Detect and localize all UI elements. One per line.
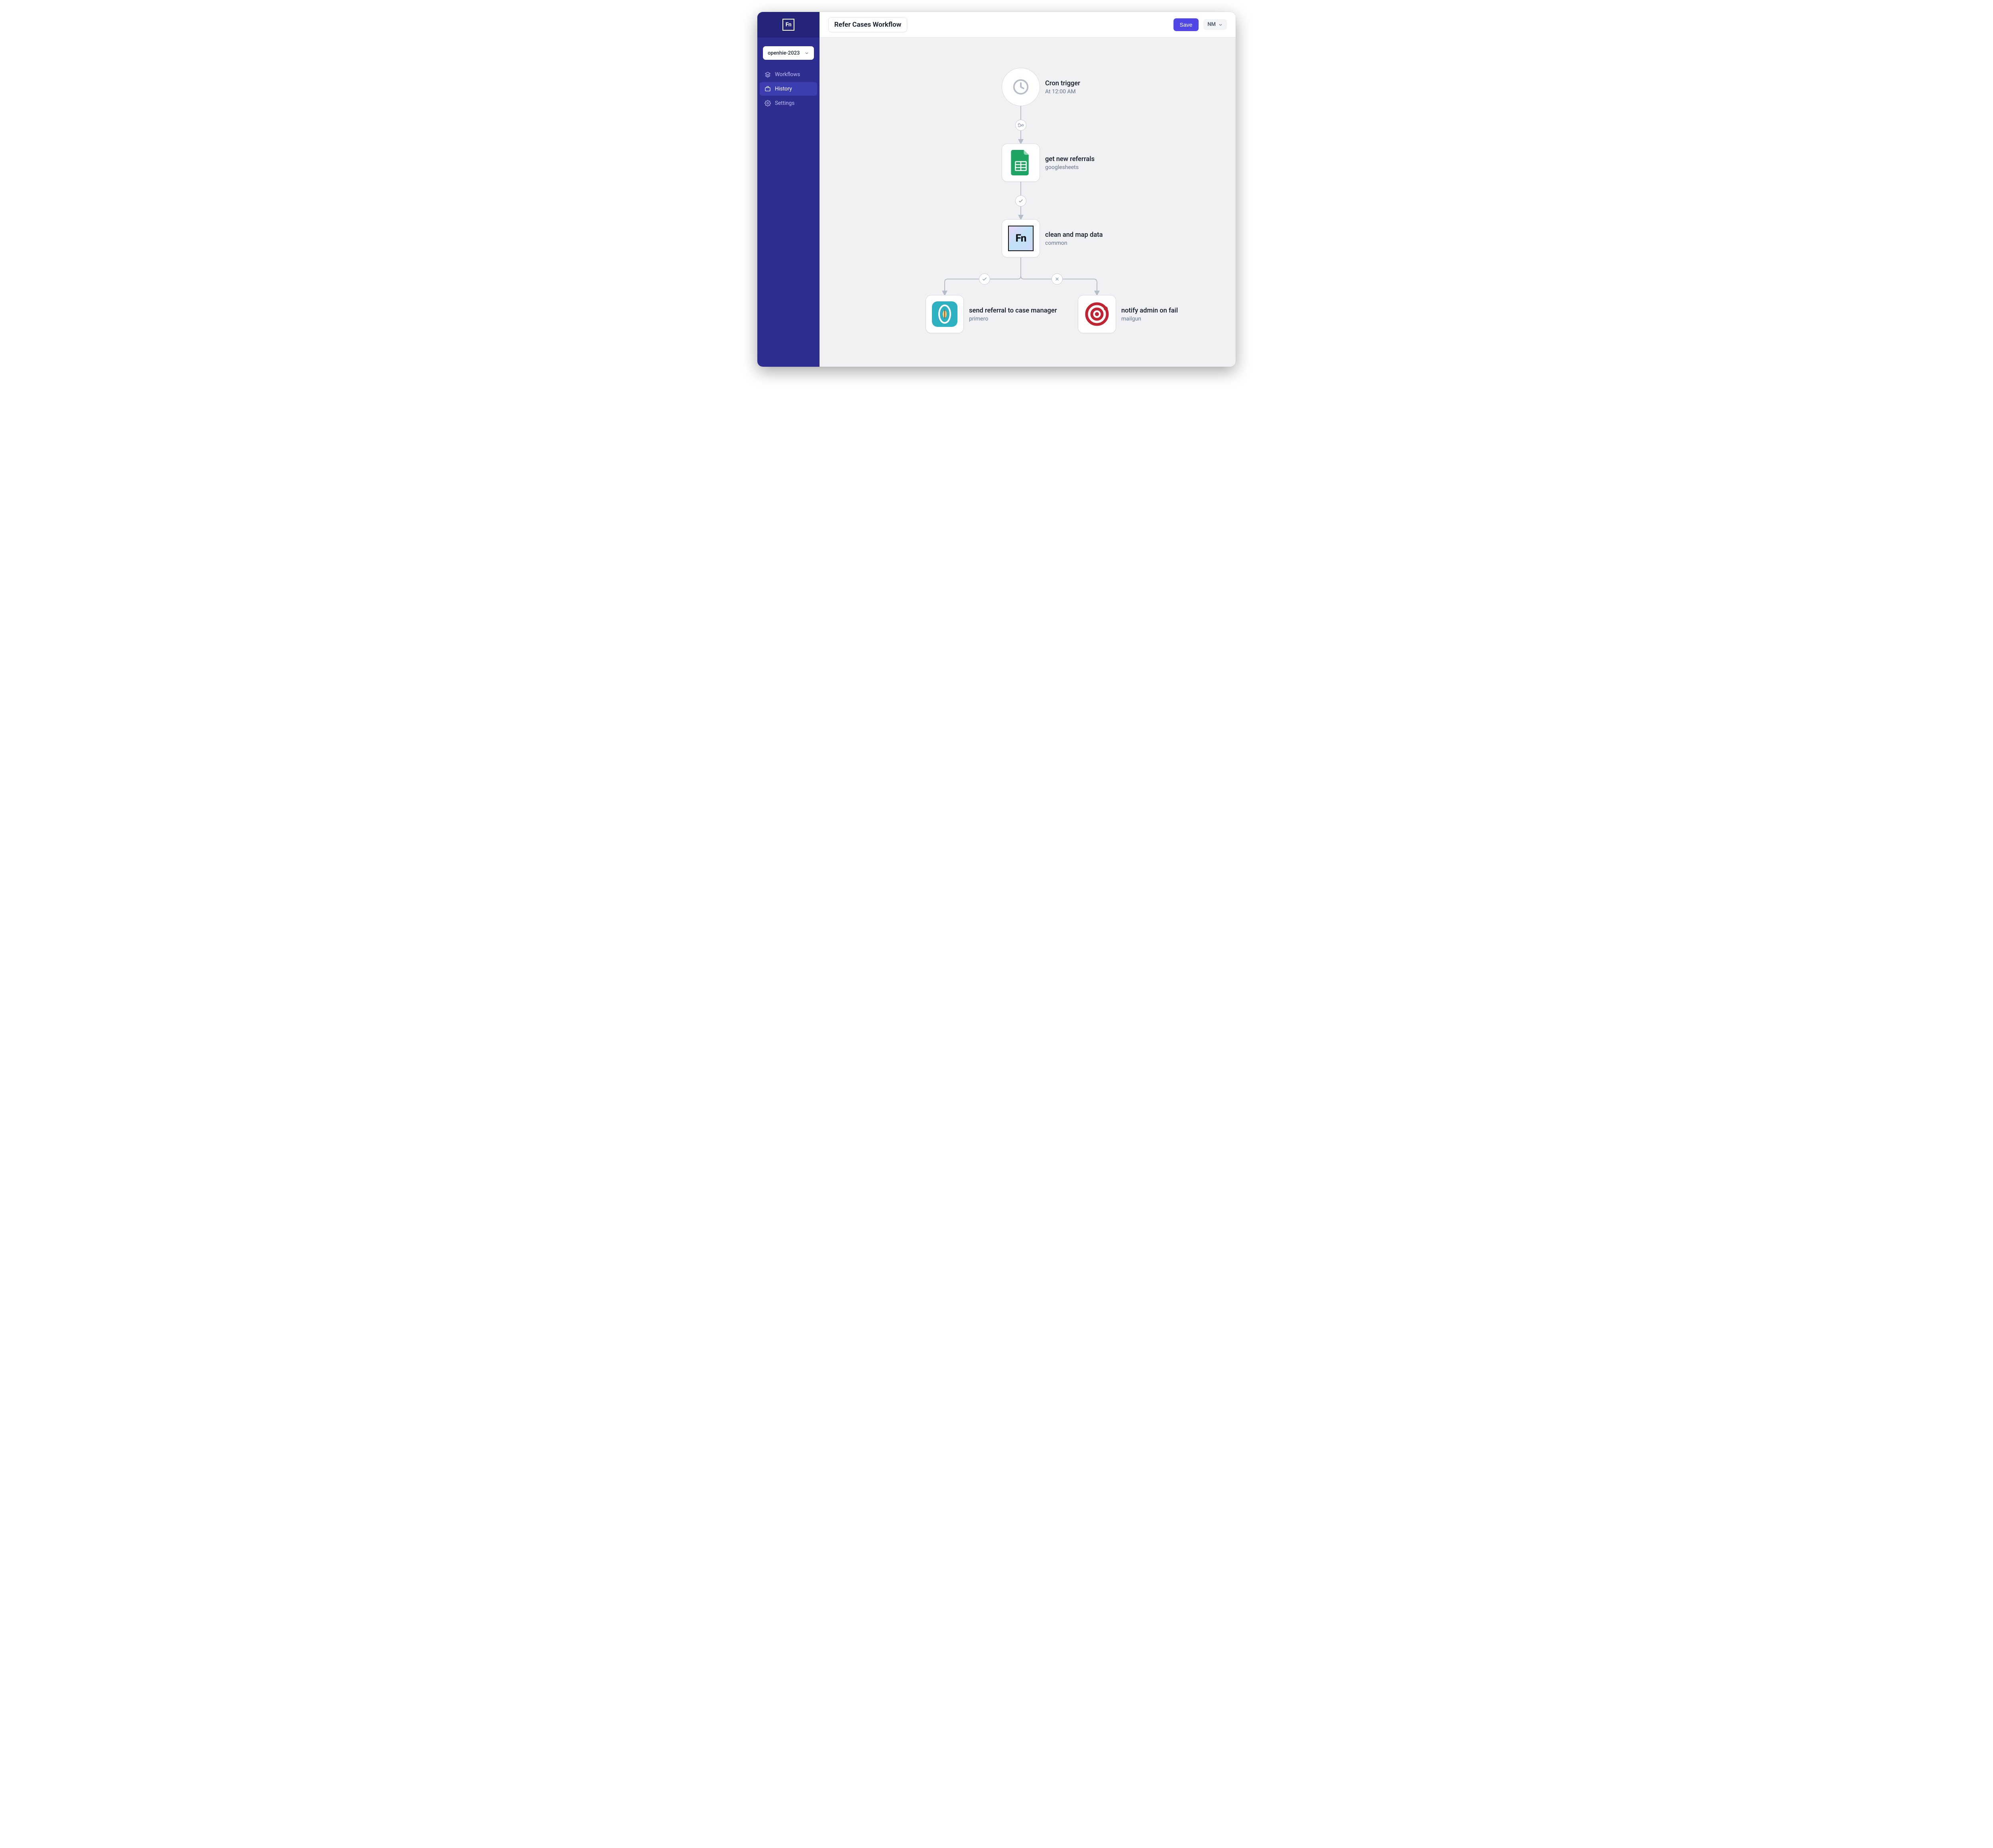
googlesheets-icon — [1011, 150, 1031, 175]
sidebar-item-label: History — [775, 86, 792, 92]
page-title: Refer Cases Workflow — [834, 21, 901, 29]
chevron-down-icon — [1218, 22, 1223, 27]
sidebar-item-settings[interactable]: Settings — [760, 96, 817, 110]
node-label-clean-and-map-data: clean and map data common — [1045, 231, 1103, 246]
node-subtitle: mailgun — [1121, 316, 1178, 322]
node-title: get new referrals — [1045, 155, 1095, 163]
brand-area: Fn — [757, 12, 820, 37]
node-label-notify-admin: notify admin on fail mailgun — [1121, 307, 1178, 322]
mailgun-icon — [1084, 301, 1110, 327]
project-picker[interactable]: openhie-2023 — [763, 46, 814, 60]
sidebar-item-workflows[interactable]: Workflows — [760, 68, 817, 81]
edge-badge-success[interactable] — [979, 273, 990, 285]
chevron-down-icon — [804, 51, 809, 55]
node-subtitle: common — [1045, 240, 1103, 246]
node-subtitle: primero — [969, 316, 1057, 322]
clock-icon — [1012, 78, 1030, 96]
project-picker-label: openhie-2023 — [768, 50, 800, 56]
node-title: send referral to case manager — [969, 307, 1057, 315]
node-notify-admin-on-fail[interactable] — [1078, 295, 1116, 333]
primero-icon — [932, 301, 957, 327]
sidebar: Fn openhie-2023 Workflows History Settin… — [757, 12, 820, 367]
main: Refer Cases Workflow Save NM — [820, 12, 1236, 367]
topbar-right: Save NM — [1173, 18, 1227, 31]
edge-badge-success[interactable] — [1015, 195, 1026, 206]
node-send-referral-to-case-manager[interactable] — [926, 295, 964, 333]
node-clean-and-map-data[interactable]: Fn — [1002, 219, 1040, 258]
fn-adaptor-icon: Fn — [1008, 226, 1034, 251]
save-button[interactable]: Save — [1173, 18, 1199, 31]
node-title: notify admin on fail — [1121, 307, 1178, 315]
brand-logo-text: Fn — [786, 22, 792, 28]
sidebar-item-label: Settings — [775, 100, 794, 106]
workflow-title-input[interactable]: Refer Cases Workflow — [828, 17, 907, 32]
user-menu[interactable]: NM — [1203, 19, 1227, 30]
node-subtitle: At 12:00 AM — [1045, 88, 1080, 95]
sidebar-item-label: Workflows — [775, 71, 800, 78]
edge-badge-failure[interactable] — [1052, 273, 1063, 285]
node-subtitle: googlesheets — [1045, 164, 1095, 171]
node-cron-trigger[interactable] — [1002, 68, 1040, 106]
workflow-canvas[interactable]: Cron trigger At 12:00 AM get new referra… — [820, 37, 1236, 367]
edge-badge-always[interactable] — [1015, 120, 1026, 131]
topbar: Refer Cases Workflow Save NM — [820, 12, 1236, 37]
brand-logo[interactable]: Fn — [782, 19, 794, 31]
app-window: Fn openhie-2023 Workflows History Settin… — [757, 12, 1236, 367]
node-title: Cron trigger — [1045, 80, 1080, 87]
sidebar-nav: Workflows History Settings — [757, 65, 820, 112]
node-label-get-new-referrals: get new referrals googlesheets — [1045, 155, 1095, 171]
briefcase-icon — [765, 86, 771, 92]
node-title: clean and map data — [1045, 231, 1103, 239]
node-label-cron-trigger: Cron trigger At 12:00 AM — [1045, 80, 1080, 95]
layers-icon — [765, 71, 771, 78]
node-label-send-referral: send referral to case manager primero — [969, 307, 1057, 322]
node-get-new-referrals[interactable] — [1002, 144, 1040, 182]
gear-icon — [765, 100, 771, 106]
user-initials: NM — [1207, 22, 1216, 28]
sidebar-item-history[interactable]: History — [760, 82, 817, 96]
